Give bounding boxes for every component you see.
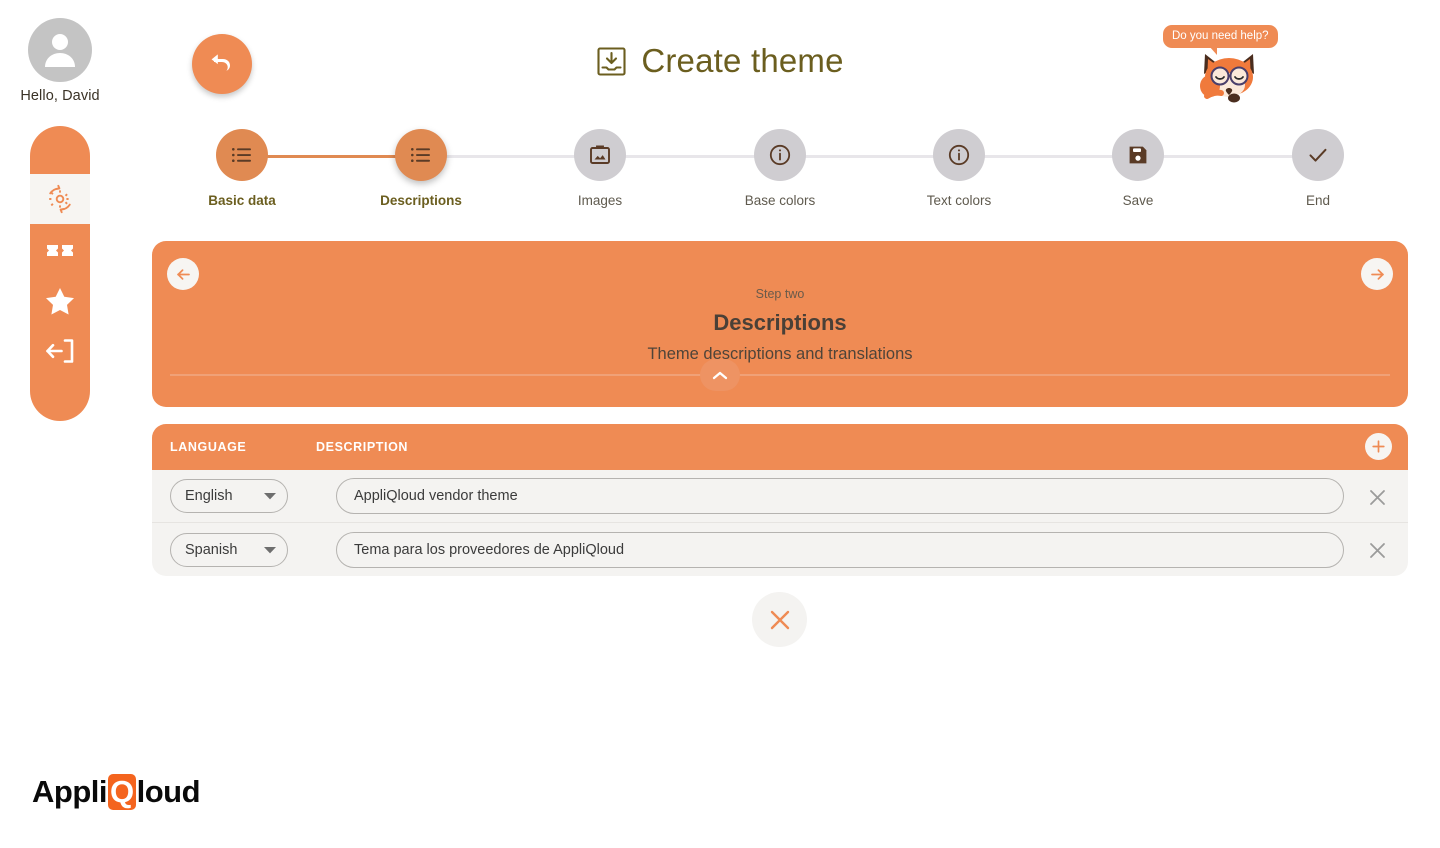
language-select-value: English — [185, 488, 233, 504]
description-input-spanish[interactable] — [336, 531, 1344, 568]
language-select-spanish[interactable]: Spanish — [170, 532, 288, 567]
import-download-icon — [596, 46, 627, 77]
step-text-colors[interactable]: Text colors — [894, 129, 1024, 208]
chevron-down-icon — [264, 493, 276, 500]
sidebar-nav — [30, 126, 90, 421]
banner-subtitle: Theme descriptions and translations — [647, 345, 913, 363]
column-header-description: DESCRIPTION — [316, 440, 409, 454]
close-form-button[interactable] — [752, 592, 807, 647]
banner-divider — [170, 374, 1390, 376]
logout-icon — [46, 339, 74, 363]
delete-row-button[interactable] — [1363, 483, 1391, 511]
close-x-icon — [1369, 542, 1385, 558]
fox-mascot-icon — [1200, 54, 1254, 103]
step-label: Base colors — [744, 193, 816, 208]
delete-row-button[interactable] — [1363, 536, 1391, 564]
step-circle — [216, 129, 268, 181]
sidebar-item-favorites[interactable] — [30, 276, 90, 326]
help-bubble-text: Do you need help? — [1163, 25, 1278, 55]
step-circle — [574, 129, 626, 181]
arrow-right-icon — [1370, 268, 1384, 280]
step-label: Basic data — [208, 193, 276, 208]
brand-logo: Appli Qloud — [32, 774, 201, 810]
step-images[interactable]: Images — [535, 129, 665, 208]
step-label: Text colors — [926, 193, 992, 208]
step-circle — [1112, 129, 1164, 181]
table-header-row: LANGUAGE DESCRIPTION — [152, 424, 1408, 470]
check-icon — [1309, 148, 1327, 162]
star-icon — [46, 287, 74, 314]
step-base-colors[interactable]: Base colors — [715, 129, 845, 208]
info-icon — [769, 144, 791, 166]
sidebar-item-logout[interactable] — [30, 326, 90, 376]
close-x-icon — [770, 610, 789, 629]
step-circle — [754, 129, 806, 181]
image-icon — [590, 145, 610, 164]
step-label: Descriptions — [380, 193, 462, 208]
step-save[interactable]: Save — [1073, 129, 1203, 208]
description-input-english[interactable] — [336, 478, 1344, 514]
step-end[interactable]: End — [1253, 129, 1383, 208]
step-label: Images — [577, 193, 623, 208]
list-icon — [232, 148, 251, 162]
save-disk-icon — [1129, 146, 1147, 164]
banner-step-number: Step two — [755, 287, 805, 301]
sidebar-item-settings-sync[interactable] — [30, 174, 90, 224]
table-row: English — [152, 470, 1408, 523]
add-row-button[interactable] — [1365, 433, 1392, 460]
descriptions-table: LANGUAGE DESCRIPTION English Spanish — [152, 424, 1408, 576]
step-basic-data[interactable]: Basic data — [177, 129, 307, 208]
help-widget[interactable]: Do you need help? — [1163, 22, 1288, 104]
step-circle — [395, 129, 447, 181]
table-row: Spanish — [152, 523, 1408, 576]
gear-refresh-icon — [49, 184, 71, 214]
banner-heading: Descriptions — [713, 310, 847, 335]
banner-collapse-button[interactable] — [700, 359, 740, 391]
column-header-language: LANGUAGE — [170, 440, 247, 454]
page-title-text: Create theme — [641, 42, 844, 79]
stepper: Basic data Descriptions Images Base colo… — [152, 129, 1408, 224]
banner-next-button[interactable] — [1361, 258, 1393, 290]
plus-icon — [1372, 440, 1385, 453]
step-circle — [933, 129, 985, 181]
step-circle — [1292, 129, 1344, 181]
chevron-down-icon — [264, 546, 276, 553]
brand-highlight: Q — [108, 774, 136, 810]
step-label: Save — [1122, 193, 1154, 208]
chevron-up-icon — [712, 371, 728, 379]
brand-part2: loud — [136, 774, 201, 809]
language-select-value: Spanish — [185, 541, 238, 558]
step-descriptions[interactable]: Descriptions — [356, 129, 486, 208]
language-select-english[interactable]: English — [170, 479, 288, 513]
close-x-icon — [1369, 489, 1385, 505]
ticket-icon — [47, 245, 73, 256]
banner-text: Step two Descriptions Theme descriptions… — [152, 241, 1408, 364]
info-icon — [948, 144, 970, 166]
sidebar-item-tickets[interactable] — [30, 226, 90, 276]
step-label: End — [1305, 193, 1331, 208]
left-rail: Hello, David — [0, 0, 120, 848]
list-icon — [411, 148, 430, 162]
step-banner: Step two Descriptions Theme descriptions… — [152, 241, 1408, 407]
user-greeting: Hello, David — [20, 88, 100, 104]
brand-part1: Appli — [32, 774, 108, 809]
